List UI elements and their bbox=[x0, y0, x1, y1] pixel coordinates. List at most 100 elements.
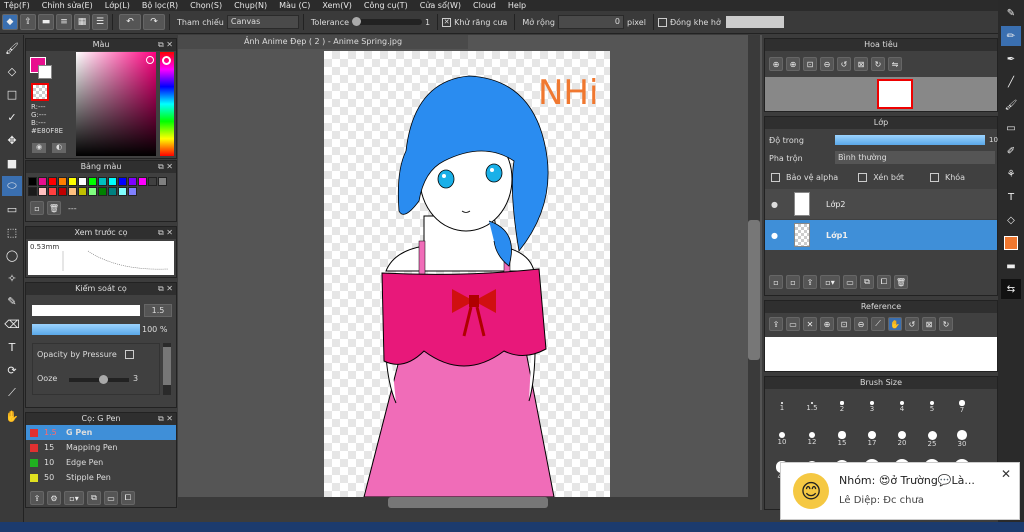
upload-icon[interactable]: ⇪ bbox=[769, 317, 783, 331]
layer-row-2[interactable]: ● Lớp2 bbox=[765, 189, 997, 219]
move-icon[interactable]: ✥ bbox=[2, 130, 22, 150]
dotted-select-icon[interactable]: ⬚ bbox=[2, 222, 22, 242]
brush-size-cell[interactable]: 3 bbox=[857, 391, 887, 423]
panel-close-icon[interactable]: ⧉ ✕ bbox=[158, 413, 173, 425]
brush-size-value[interactable]: 1.5 bbox=[144, 304, 172, 317]
brush-size-cell[interactable]: 5 bbox=[917, 391, 947, 423]
zoom-out-icon[interactable]: ⊖ bbox=[854, 317, 868, 331]
line-icon[interactable]: ╱ bbox=[1001, 72, 1021, 92]
palette-swatch[interactable] bbox=[98, 187, 107, 196]
selection-pen-icon[interactable]: ✎ bbox=[2, 291, 22, 311]
chat-notification[interactable]: 😊 Nhóm: 😍ở Trường💬Là... Lê Diệp: Đc chưa… bbox=[780, 462, 1020, 520]
folder-icon[interactable]: ▭ bbox=[104, 491, 118, 505]
navigator-preview[interactable] bbox=[765, 77, 997, 111]
canvas-vscroll[interactable] bbox=[748, 35, 760, 510]
color-wheel-icon[interactable]: ◉ bbox=[32, 143, 46, 153]
new-layer-alt-icon[interactable]: ▫ bbox=[786, 275, 800, 289]
drawing-canvas[interactable]: NHi bbox=[324, 51, 610, 497]
eye-icon[interactable]: ● bbox=[771, 200, 778, 209]
brush-size-cell[interactable]: 15 bbox=[827, 423, 857, 455]
copy-brush-icon[interactable]: ⧉ bbox=[87, 491, 101, 505]
hand-icon[interactable]: ✋ bbox=[888, 317, 902, 331]
panel-close-icon[interactable]: ⧉ ✕ bbox=[158, 161, 173, 173]
expand-input[interactable]: 0 bbox=[558, 15, 624, 29]
palette-swatch[interactable] bbox=[58, 187, 67, 196]
rotate-left-icon[interactable]: ↺ bbox=[905, 317, 919, 331]
palette-swatch[interactable] bbox=[28, 177, 37, 186]
list-icon[interactable]: ≡ bbox=[56, 14, 72, 30]
eraser-icon[interactable]: ◇ bbox=[1001, 210, 1021, 230]
folder-icon[interactable]: ▭ bbox=[843, 275, 857, 289]
reference-canvas[interactable] bbox=[765, 337, 997, 371]
palette-swatch[interactable] bbox=[88, 187, 97, 196]
menu-item[interactable]: Cloud bbox=[473, 1, 496, 10]
brush-icon[interactable]: 🖌 bbox=[1001, 95, 1021, 115]
brush-size-cell[interactable]: 25 bbox=[917, 423, 947, 455]
eyedropper-icon[interactable]: ⟋ bbox=[871, 317, 885, 331]
swap-icon[interactable]: ⇆ bbox=[1001, 279, 1021, 299]
palette-swatch[interactable] bbox=[118, 187, 127, 196]
layer-opacity-slider[interactable] bbox=[835, 135, 985, 145]
palette-swatch[interactable] bbox=[88, 177, 97, 186]
brush-settings-icon[interactable]: ⚙ bbox=[47, 491, 61, 505]
gradient-icon[interactable]: ▭ bbox=[2, 199, 22, 219]
rotate-reset-icon[interactable]: ⊠ bbox=[854, 57, 868, 71]
divide-icon[interactable]: ⟳ bbox=[2, 360, 22, 380]
closegap-checkbox[interactable] bbox=[657, 17, 667, 27]
brush-size-cell[interactable]: 2 bbox=[827, 391, 857, 423]
undo-icon[interactable]: ↶ bbox=[119, 14, 141, 30]
zoom-in-icon[interactable]: ⊕ bbox=[820, 317, 834, 331]
zoom-out-icon[interactable]: ⊖ bbox=[820, 57, 834, 71]
flip-icon[interactable]: ⇋ bbox=[888, 57, 902, 71]
panel-close-icon[interactable]: ⧉ ✕ bbox=[158, 227, 173, 239]
close-icon[interactable]: ✕ bbox=[803, 317, 817, 331]
palette-swatch[interactable] bbox=[98, 177, 107, 186]
chat-icon[interactable]: ▬ bbox=[38, 14, 54, 30]
bucket-icon[interactable]: ⬭ bbox=[2, 176, 22, 196]
fill-mode-icon[interactable]: ◆ bbox=[2, 14, 18, 30]
layer-row-1[interactable]: ● Lớp1 bbox=[765, 220, 997, 250]
eraser-icon[interactable]: ◇ bbox=[2, 61, 22, 81]
menu-item[interactable]: Màu (C) bbox=[279, 1, 310, 10]
palette-swatch[interactable] bbox=[118, 177, 127, 186]
antialias-checkbox[interactable]: ✕ bbox=[442, 17, 452, 27]
add-brush-icon[interactable]: ▫▾ bbox=[64, 491, 84, 505]
brush-list-item[interactable]: 50 Stipple Pen bbox=[26, 470, 176, 485]
brush-size-cell[interactable]: 7 bbox=[947, 391, 977, 423]
pen-icon[interactable]: ✎ bbox=[1001, 3, 1021, 23]
line-weight-icon[interactable]: ▬ bbox=[1001, 256, 1021, 276]
palette-swatch[interactable] bbox=[68, 177, 77, 186]
menu-item[interactable]: Bộ lọc(R) bbox=[142, 1, 178, 10]
rotate-right-icon[interactable]: ↻ bbox=[871, 57, 885, 71]
fill-rect-icon[interactable]: ■ bbox=[2, 153, 22, 173]
menu-icon[interactable]: ☰ bbox=[92, 14, 108, 30]
fit-icon[interactable]: ⊡ bbox=[837, 317, 851, 331]
rotate-right-icon[interactable]: ↻ bbox=[939, 317, 953, 331]
canvas-hscroll[interactable] bbox=[178, 497, 748, 510]
menu-item[interactable]: Cửa sổ(W) bbox=[420, 1, 461, 10]
brush-size-cell[interactable]: 4 bbox=[887, 391, 917, 423]
palette-swatch[interactable] bbox=[138, 177, 147, 186]
brush-size-cell[interactable]: 20 bbox=[887, 423, 917, 455]
brush-size-cell[interactable]: 10 bbox=[767, 423, 797, 455]
new-layer-icon[interactable]: ▫ bbox=[769, 275, 783, 289]
fit-icon[interactable]: ⊡ bbox=[803, 57, 817, 71]
new-palette-icon[interactable]: ▫ bbox=[30, 201, 44, 215]
color-picker-icon[interactable]: ◐ bbox=[52, 143, 66, 153]
brush-options-scrollbar[interactable] bbox=[163, 343, 171, 395]
rect-select-icon[interactable]: □ bbox=[2, 84, 22, 104]
palette-swatch[interactable] bbox=[38, 177, 47, 186]
brush-size-cell[interactable]: 30 bbox=[947, 423, 977, 455]
copy-layer-icon[interactable]: ⇪ bbox=[803, 275, 817, 289]
tolerance-slider[interactable] bbox=[352, 17, 423, 26]
palette-swatch[interactable] bbox=[78, 187, 87, 196]
hue-slider[interactable] bbox=[160, 52, 174, 156]
clipping-checkbox[interactable] bbox=[858, 173, 868, 182]
brush-size-cell[interactable]: 1.5 bbox=[797, 391, 827, 423]
background-color-swatch[interactable] bbox=[38, 65, 52, 79]
panel-close-icon[interactable]: ⧉ ✕ bbox=[158, 39, 173, 51]
palette-swatch[interactable] bbox=[128, 187, 137, 196]
export-icon[interactable]: ⇪ bbox=[20, 14, 36, 30]
palette-swatch[interactable] bbox=[68, 187, 77, 196]
hand-icon[interactable]: ✋ bbox=[2, 406, 22, 426]
